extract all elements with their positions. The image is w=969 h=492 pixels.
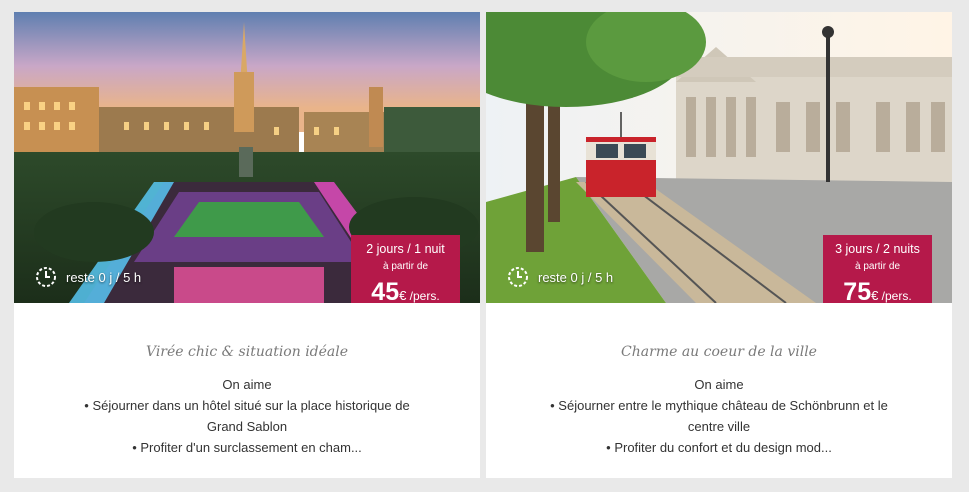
offer-description: On aime • Séjourner dans un hôtel situé …	[14, 374, 480, 458]
stay-duration: 3 jours / 2 nuits	[835, 242, 920, 256]
description-line: • Profiter d'un surclassement en cham...	[132, 440, 362, 455]
price-line: 45€ /pers.	[351, 277, 460, 303]
description-title: On aime	[222, 377, 272, 392]
description-line: • Séjourner dans un hôtel situé sur la p…	[84, 398, 410, 413]
price-from-label: à partir de	[854, 261, 901, 272]
price-unit: /pers.	[878, 289, 912, 303]
price-amount: 75	[843, 278, 872, 303]
offer-photo[interactable]: reste 0 j / 5 h 3 jours / 2 nuits à part…	[486, 12, 952, 303]
offer-description: On aime • Séjourner entre le mythique ch…	[486, 374, 952, 458]
description-title: On aime	[694, 377, 744, 392]
description-line: • Profiter du confort et du design mod..…	[606, 440, 832, 455]
price-badge: 2 jours / 1 nuit à partir de 45€ /pers.	[351, 235, 460, 303]
description-line: centre ville	[687, 419, 751, 434]
price-line: 75€ /pers.	[823, 277, 932, 303]
offer-body: Virée chic & situation idéale On aime • …	[14, 303, 480, 458]
description-line: • Séjourner entre le mythique château de…	[550, 398, 888, 413]
countdown-timer: reste 0 j / 5 h	[34, 265, 141, 289]
price-badge: 3 jours / 2 nuits à partir de 75€ /pers.	[823, 235, 932, 303]
offer-tagline[interactable]: Charme au coeur de la ville	[486, 344, 952, 360]
price-unit: /pers.	[406, 289, 440, 303]
offer-cards: reste 0 j / 5 h 2 jours / 1 nuit à parti…	[0, 0, 969, 492]
description-line: Grand Sablon	[206, 419, 288, 434]
countdown-text: reste 0 j / 5 h	[66, 269, 142, 285]
stopwatch-icon	[508, 267, 528, 287]
offer-card-brussels[interactable]: reste 0 j / 5 h 2 jours / 1 nuit à parti…	[14, 12, 480, 478]
offer-body: Charme au coeur de la ville On aime • Sé…	[486, 303, 952, 458]
offer-tagline[interactable]: Virée chic & situation idéale	[14, 344, 480, 360]
price-from-label: à partir de	[382, 261, 429, 272]
countdown-text: reste 0 j / 5 h	[538, 269, 614, 285]
stay-duration: 2 jours / 1 nuit	[366, 242, 445, 256]
offer-photo[interactable]: reste 0 j / 5 h 2 jours / 1 nuit à parti…	[14, 12, 480, 303]
stopwatch-icon	[36, 267, 56, 287]
countdown-timer: reste 0 j / 5 h	[506, 265, 613, 289]
offer-card-vienna[interactable]: reste 0 j / 5 h 3 jours / 2 nuits à part…	[486, 12, 952, 478]
price-amount: 45	[371, 278, 400, 303]
